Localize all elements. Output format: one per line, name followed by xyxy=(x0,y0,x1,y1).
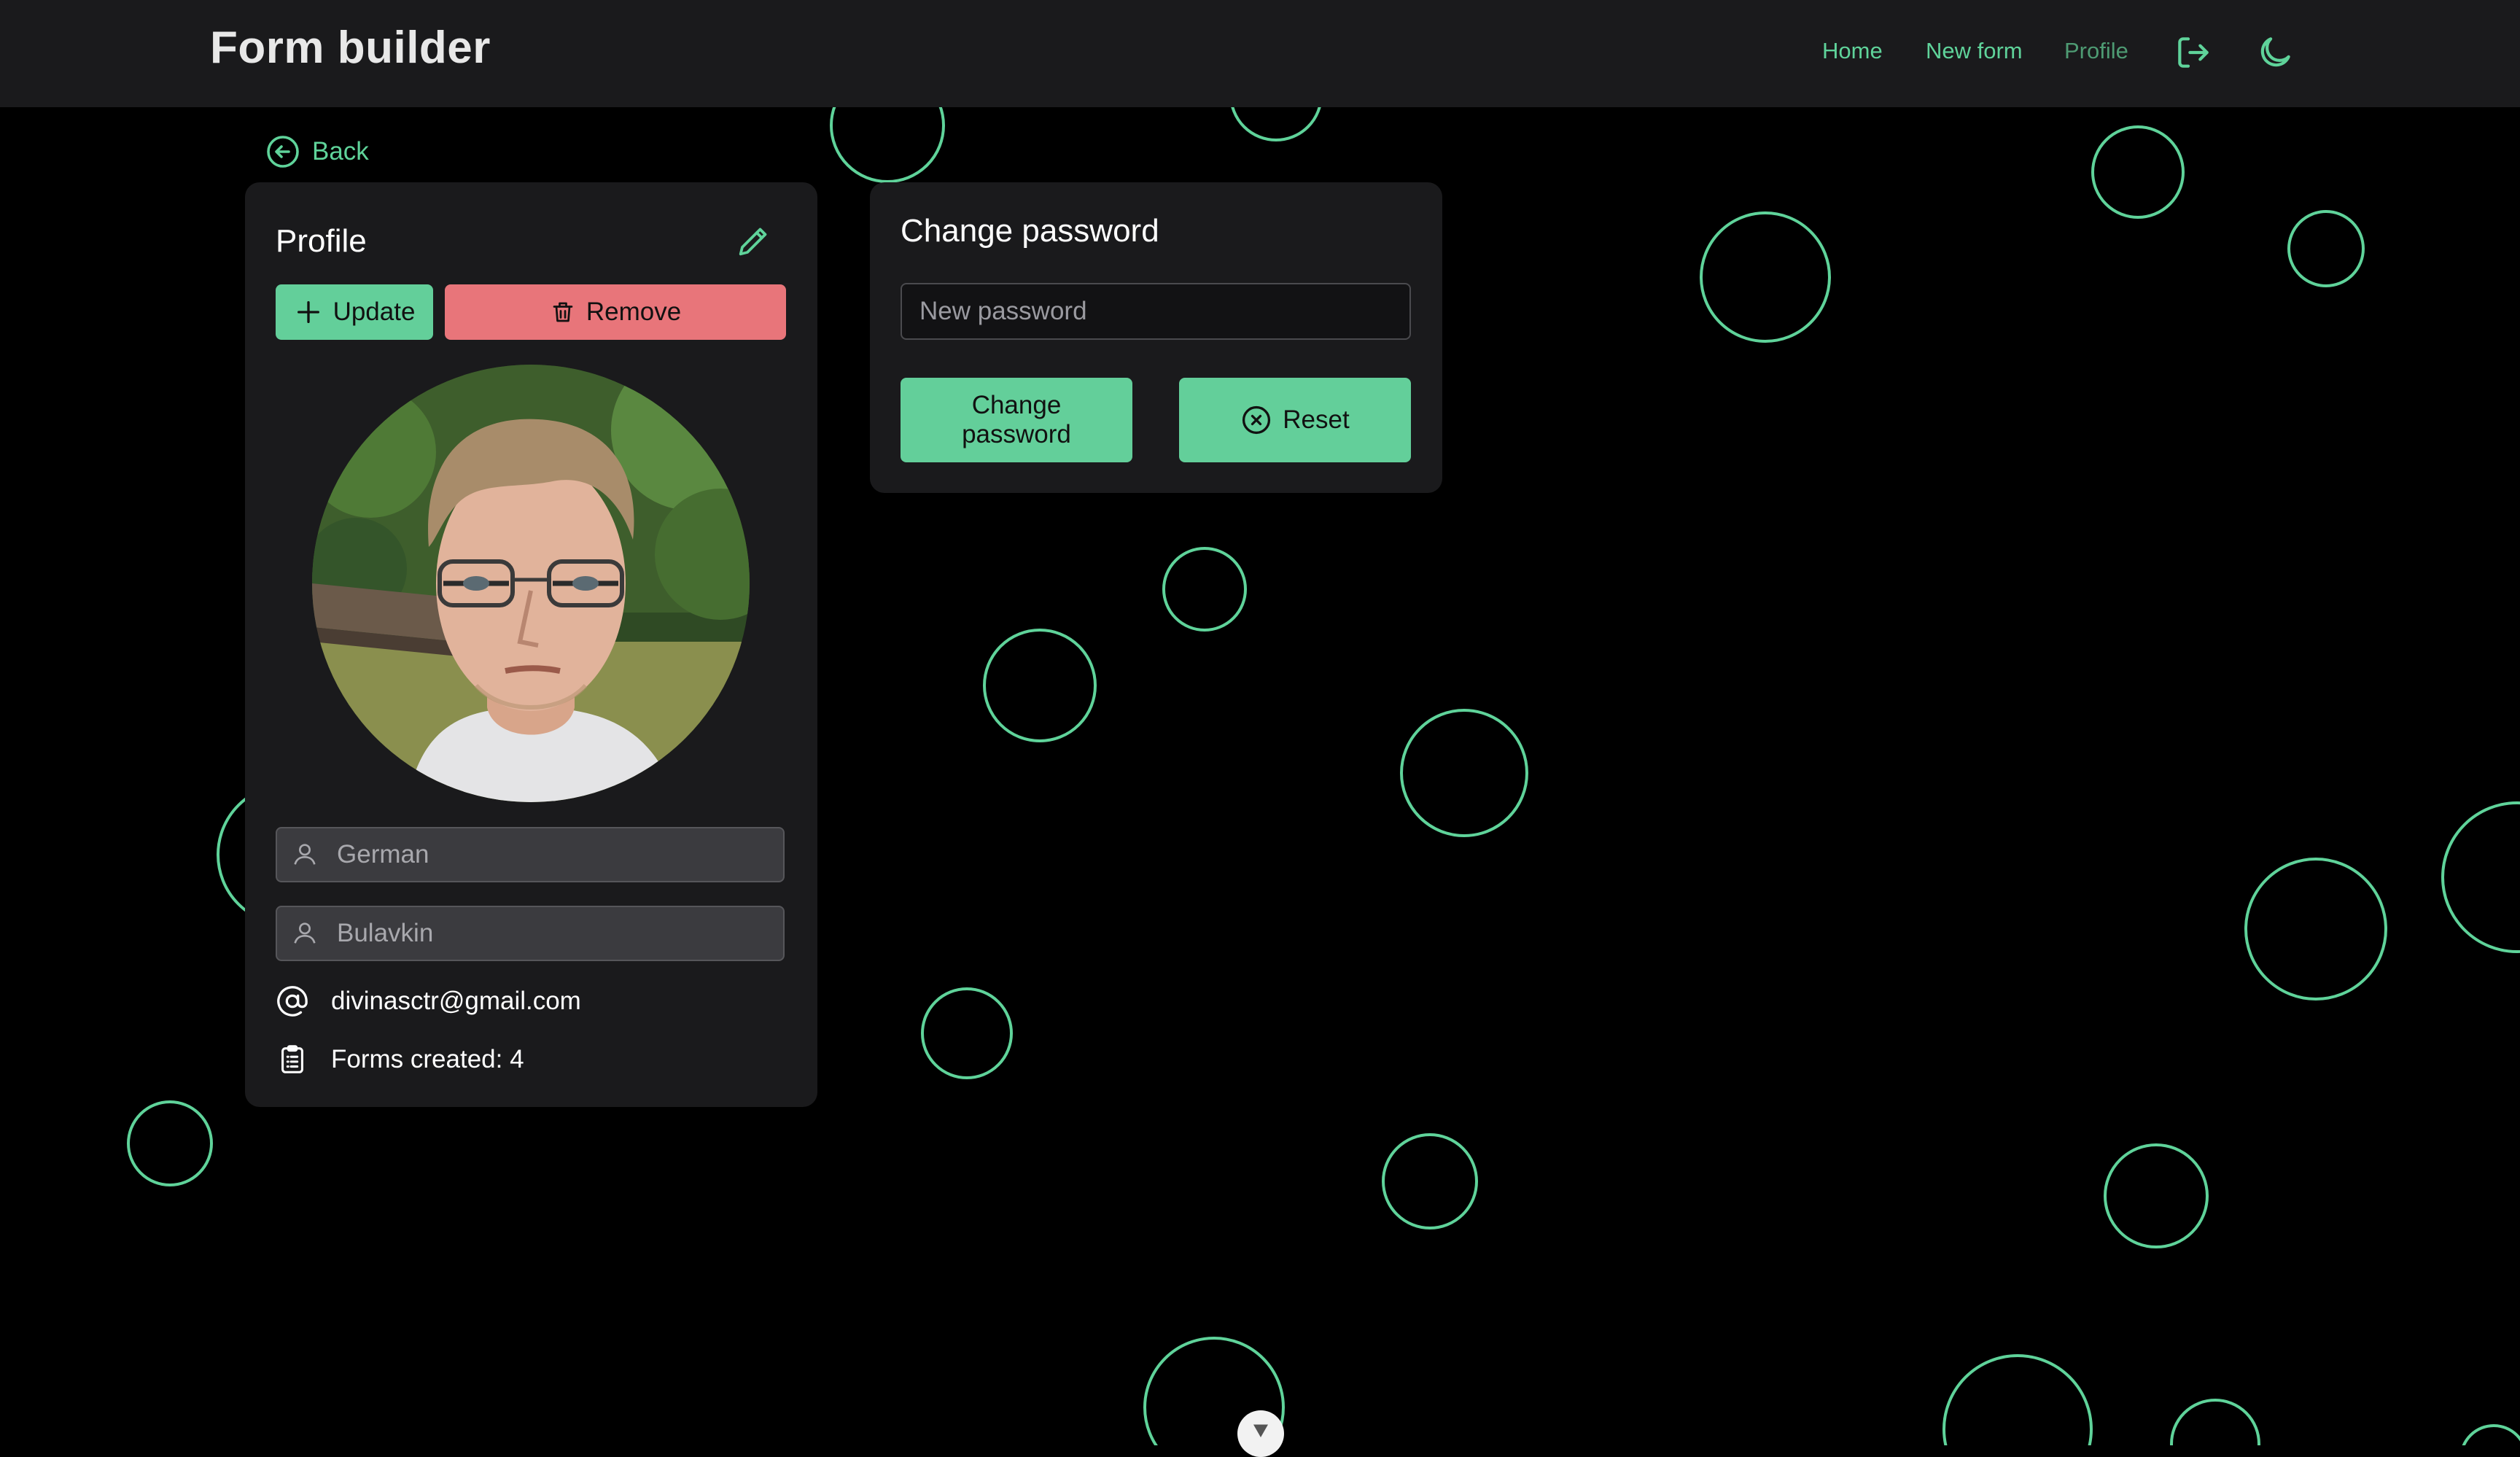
pencil-icon[interactable] xyxy=(732,222,773,263)
chevron-down-icon xyxy=(1253,1424,1268,1437)
clipboard-icon xyxy=(281,1045,303,1073)
user-icon xyxy=(294,844,316,865)
forms-created-value: Forms created: 4 xyxy=(331,1045,524,1073)
last-name-value: Bulavkin xyxy=(337,919,434,947)
profile-title: Profile xyxy=(276,223,367,259)
arrow-left-circle-icon xyxy=(267,136,299,168)
moon-icon[interactable] xyxy=(2255,32,2295,73)
plus-icon xyxy=(297,301,319,323)
remove-button[interactable]: Remove xyxy=(445,284,786,340)
remove-label: Remove xyxy=(586,298,682,326)
reset-label: Reset xyxy=(1283,405,1350,434)
change-password-label: Change password xyxy=(962,391,1071,448)
x-circle-icon xyxy=(1242,405,1271,435)
new-password-input[interactable] xyxy=(901,283,1411,340)
update-label: Update xyxy=(332,298,416,326)
first-name-value: German xyxy=(337,840,429,869)
email-row: divinasctr@gmail.com xyxy=(276,984,581,1018)
back-label: Back xyxy=(312,137,369,166)
user-icon xyxy=(294,922,316,944)
email-value: divinasctr@gmail.com xyxy=(331,987,581,1015)
profile-card: Profile Update Remove German Bulavkin di… xyxy=(245,182,817,1107)
change-password-card: Change password Change password Reset xyxy=(870,182,1442,493)
nav-profile-link[interactable]: Profile xyxy=(2064,38,2128,64)
avatar xyxy=(312,365,750,802)
last-name-field[interactable]: Bulavkin xyxy=(276,906,785,961)
top-navbar: Form builder Home New form Profile xyxy=(0,0,2520,107)
logout-icon[interactable] xyxy=(2173,32,2214,73)
nav-home-link[interactable]: Home xyxy=(1822,38,1883,64)
back-link[interactable]: Back xyxy=(265,131,369,172)
update-button[interactable]: Update xyxy=(276,284,433,340)
change-password-title: Change password xyxy=(901,213,1159,249)
devtools-toggle-button[interactable] xyxy=(1237,1410,1284,1457)
first-name-field[interactable]: German xyxy=(276,827,785,882)
forms-created-row: Forms created: 4 xyxy=(276,1043,524,1076)
at-sign-icon xyxy=(277,986,308,1017)
change-password-button[interactable]: Change password xyxy=(901,378,1132,462)
nav-new-form-link[interactable]: New form xyxy=(1926,38,2023,64)
trash-icon xyxy=(553,302,573,322)
app-brand[interactable]: Form builder xyxy=(210,22,491,74)
reset-button[interactable]: Reset xyxy=(1179,378,1411,462)
